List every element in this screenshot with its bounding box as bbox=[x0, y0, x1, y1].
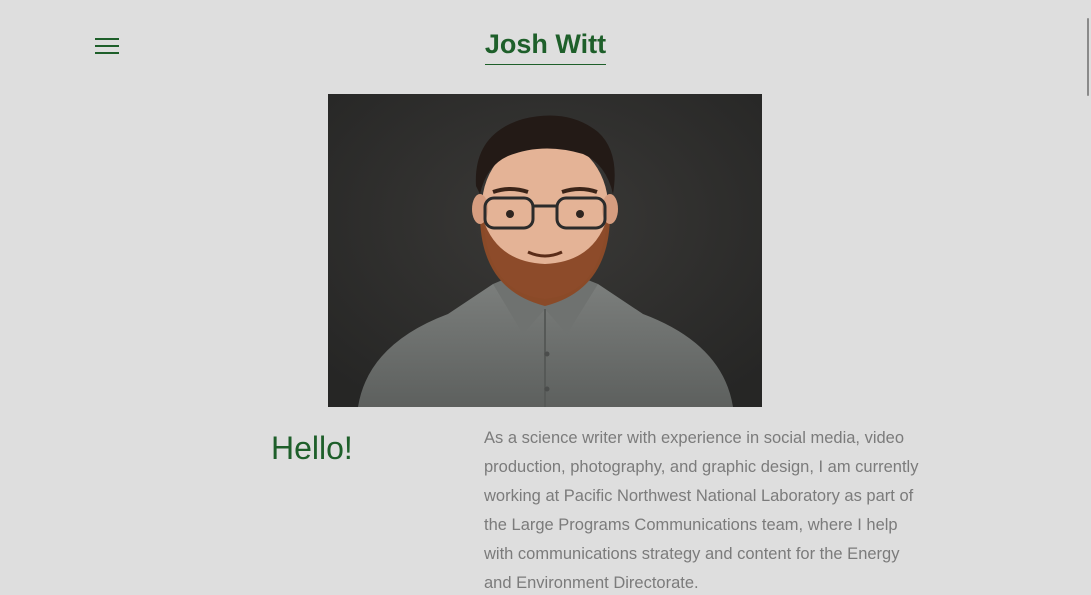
site-title-link[interactable]: Josh Witt bbox=[484, 27, 607, 65]
portrait-photo bbox=[328, 94, 762, 407]
page: Josh Witt Hello! As a science writer wit… bbox=[0, 0, 1091, 595]
scrollbar-thumb[interactable] bbox=[1087, 18, 1089, 96]
intro-heading: Hello! bbox=[271, 430, 353, 466]
scrollbar[interactable] bbox=[1086, 0, 1091, 595]
intro-body-text: As a science writer with experience in s… bbox=[484, 429, 919, 592]
site-header: Josh Witt bbox=[0, 24, 1091, 65]
